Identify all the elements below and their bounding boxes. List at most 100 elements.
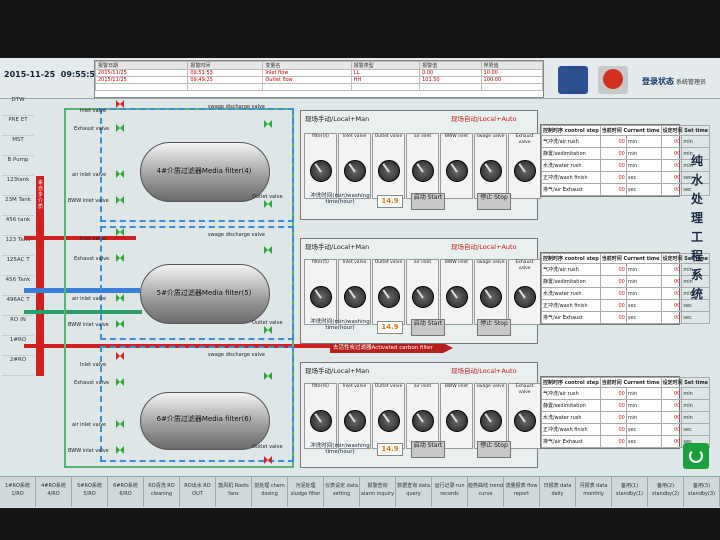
nav-button[interactable]: 1#RO系统 1/RO xyxy=(0,477,36,507)
set-time[interactable]: 00 xyxy=(660,311,683,324)
set-time[interactable]: 00 xyxy=(660,299,683,312)
start-button[interactable]: 启动 Start xyxy=(411,193,445,210)
nav-button[interactable]: RO出水 RO OUT xyxy=(180,477,216,507)
nav-button[interactable]: 6#RO系统 6/RO xyxy=(108,477,144,507)
bww-inlet-switch[interactable]: BWW inlet xyxy=(440,259,473,325)
emergency-stop-icon[interactable] xyxy=(598,66,628,94)
knob-icon[interactable] xyxy=(480,160,502,182)
exhaust-valve-switch[interactable]: Exhaust valve xyxy=(508,259,541,325)
knob-icon[interactable] xyxy=(378,160,400,182)
washing-time-value[interactable]: 14.9 xyxy=(377,321,403,334)
filter-selector[interactable]: filter(6) xyxy=(304,383,337,449)
left-nav-item[interactable]: 456 Tank xyxy=(2,276,34,296)
air-inlet-switch[interactable]: air inlet xyxy=(406,383,439,449)
left-nav-item[interactable]: B Pump xyxy=(2,156,34,176)
washing-time-value[interactable]: 14.9 xyxy=(377,443,403,456)
knob-icon[interactable] xyxy=(378,286,400,308)
knob-icon[interactable] xyxy=(310,410,332,432)
left-nav-item[interactable]: 2#RO xyxy=(2,356,34,376)
left-nav-item[interactable]: 456 tank xyxy=(2,216,34,236)
knob-icon[interactable] xyxy=(412,286,434,308)
nav-button[interactable]: 4#RO系统 4/RO xyxy=(36,477,72,507)
set-time[interactable]: 00 xyxy=(660,387,683,400)
stop-button[interactable]: 停止 Stop xyxy=(477,441,511,458)
nav-button[interactable]: 鼓风机 Roots fans xyxy=(216,477,252,507)
knob-icon[interactable] xyxy=(412,410,434,432)
set-time[interactable]: 00 xyxy=(660,171,683,184)
nav-button[interactable]: 趋势曲线 trend curve xyxy=(468,477,504,507)
knob-icon[interactable] xyxy=(514,286,536,308)
set-time[interactable]: 00 xyxy=(660,183,683,196)
login-status[interactable]: 登录状态 系统管理员 xyxy=(642,76,706,87)
outlet-valve-switch[interactable]: Outlet valve xyxy=(372,259,405,325)
nav-button[interactable]: RO清洗 RO cleaning xyxy=(144,477,180,507)
nav-button[interactable]: 流量报表 flow report xyxy=(504,477,540,507)
knob-icon[interactable] xyxy=(310,286,332,308)
knob-icon[interactable] xyxy=(344,410,366,432)
filter-selector[interactable]: filter(5) xyxy=(304,259,337,325)
knob-icon[interactable] xyxy=(514,410,536,432)
nav-button[interactable]: 月报表 data monthly xyxy=(576,477,612,507)
alarm-table[interactable]: 报警日期 报警时间 变量名 报警类型 报警值 界限值 2015/11/25 09… xyxy=(94,60,544,98)
nav-button[interactable]: 报警查询 alarm inquiry xyxy=(360,477,396,507)
exhaust-valve-switch[interactable]: Exhaust valve xyxy=(508,133,541,199)
knob-icon[interactable] xyxy=(344,286,366,308)
start-button[interactable]: 启动 Start xyxy=(411,441,445,458)
bww-inlet-switch[interactable]: BWW inlet xyxy=(440,133,473,199)
nav-button[interactable]: 污泥处理 sludge filter xyxy=(288,477,324,507)
nav-button[interactable]: 日报表 data daily xyxy=(540,477,576,507)
knob-icon[interactable] xyxy=(514,160,536,182)
stop-button[interactable]: 停止 Stop xyxy=(477,319,511,336)
set-time[interactable]: 00 xyxy=(660,287,683,300)
knob-icon[interactable] xyxy=(480,410,502,432)
left-nav-item[interactable]: RO IN xyxy=(2,316,34,336)
set-time[interactable]: 00 xyxy=(660,275,683,288)
left-nav-item[interactable]: 23M Tank xyxy=(2,196,34,216)
washing-time-value[interactable]: 14.9 xyxy=(377,195,403,208)
left-nav-item[interactable]: 123tank xyxy=(2,176,34,196)
nav-button[interactable]: 数据查询 data query xyxy=(396,477,432,507)
nav-button[interactable]: 备用(2) standby(2) xyxy=(648,477,684,507)
stop-button[interactable]: 停止 Stop xyxy=(477,193,511,210)
knob-icon[interactable] xyxy=(480,286,502,308)
left-nav-item[interactable]: 125AC T xyxy=(2,256,34,276)
nav-button[interactable]: 5#RO系统 5/RO xyxy=(72,477,108,507)
nav-button[interactable]: 运行记录 run records xyxy=(432,477,468,507)
alarm-row[interactable]: 2015/11/25 09:51:53 Inlet flow LL 0.00 1… xyxy=(94,69,544,77)
filter-selector[interactable]: filter(4) xyxy=(304,133,337,199)
set-time[interactable]: 00 xyxy=(660,263,683,276)
left-nav-item[interactable]: MST xyxy=(2,136,34,156)
knob-icon[interactable] xyxy=(378,410,400,432)
knob-icon[interactable] xyxy=(446,286,468,308)
set-time[interactable]: 00 xyxy=(660,399,683,412)
nav-button[interactable]: 备用(1) standby(1) xyxy=(612,477,648,507)
left-nav-item[interactable]: PRE ET xyxy=(2,116,34,136)
air-inlet-switch[interactable]: air inlet xyxy=(406,133,439,199)
set-time[interactable]: 00 xyxy=(660,411,683,424)
set-time[interactable]: 00 xyxy=(660,135,683,148)
left-nav-item[interactable]: DTW xyxy=(2,96,34,116)
set-time[interactable]: 00 xyxy=(660,435,683,448)
nav-button[interactable]: 前处理 chem dosing xyxy=(252,477,288,507)
set-time[interactable]: 00 xyxy=(660,159,683,172)
knob-icon[interactable] xyxy=(412,160,434,182)
nav-button[interactable]: 备用(3) standby(3) xyxy=(684,477,720,507)
nav-button[interactable]: 仪表设定 data setting xyxy=(324,477,360,507)
inlet-valve-switch[interactable]: Inlet valve xyxy=(338,383,371,449)
swage-valve-switch[interactable]: swage valve xyxy=(474,259,507,325)
knob-icon[interactable] xyxy=(446,160,468,182)
users-icon[interactable] xyxy=(558,66,588,94)
knob-icon[interactable] xyxy=(344,160,366,182)
inlet-valve-switch[interactable]: Inlet valve xyxy=(338,133,371,199)
set-time[interactable]: 00 xyxy=(660,423,683,436)
set-time[interactable]: 00 xyxy=(660,147,683,160)
outlet-valve-switch[interactable]: Outlet valve xyxy=(372,133,405,199)
alarm-row[interactable]: 2015/11/25 09:49:25 Outlet flow HH 101.5… xyxy=(94,76,544,84)
swage-valve-switch[interactable]: swage valve xyxy=(474,383,507,449)
air-inlet-switch[interactable]: air inlet xyxy=(406,259,439,325)
outlet-valve-switch[interactable]: Outlet valve xyxy=(372,383,405,449)
knob-icon[interactable] xyxy=(446,410,468,432)
inlet-valve-switch[interactable]: Inlet valve xyxy=(338,259,371,325)
swage-valve-switch[interactable]: swage valve xyxy=(474,133,507,199)
knob-icon[interactable] xyxy=(310,160,332,182)
